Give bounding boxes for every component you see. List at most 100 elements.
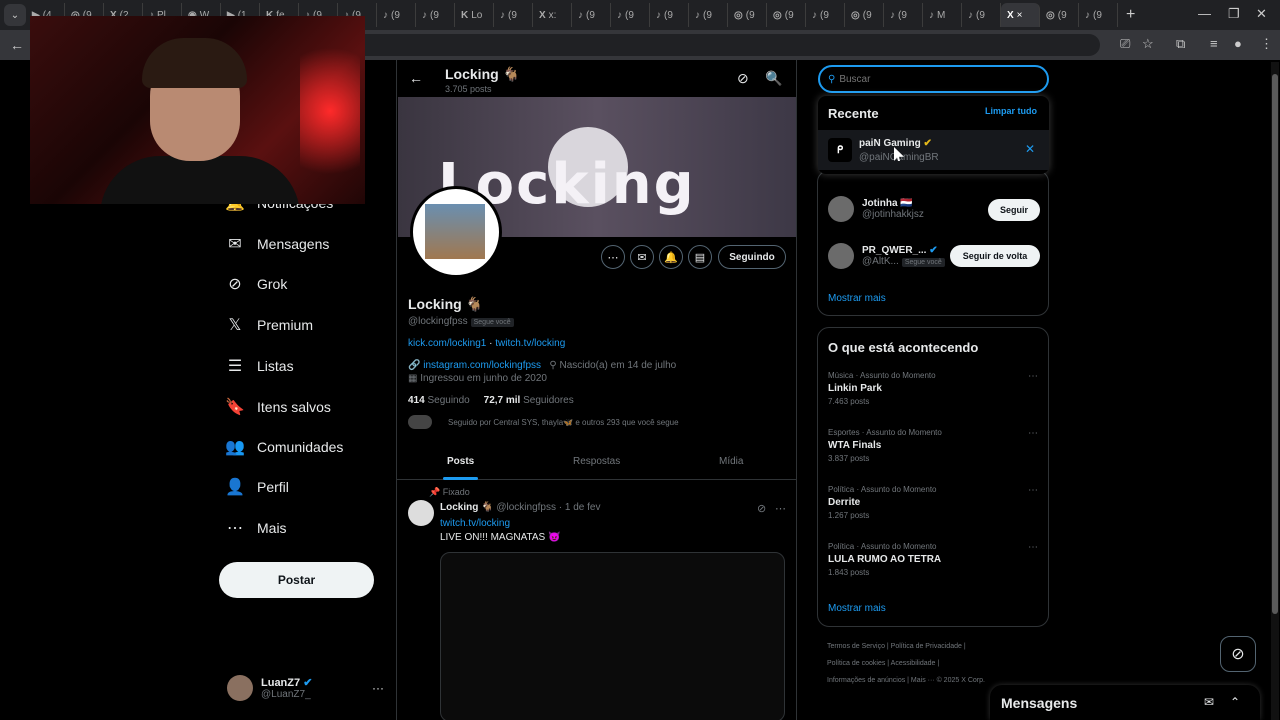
kick-link[interactable]: kick.com/locking1	[408, 338, 486, 349]
show-more-link[interactable]: Mostrar mais	[828, 603, 886, 614]
minimize-icon[interactable]: —	[1198, 6, 1211, 21]
show-more-link[interactable]: Mostrar mais	[828, 293, 886, 304]
tweet-link[interactable]: twitch.tv/locking	[440, 518, 510, 529]
twitch-link[interactable]: twitch.tv/locking	[495, 338, 565, 349]
browser-tab[interactable]: ♪ (9	[611, 3, 650, 27]
grok-icon[interactable]: ⊘	[757, 502, 766, 515]
tab-label: (9	[391, 9, 400, 21]
nav-item-premium[interactable]: 𝕏 Premium	[225, 315, 313, 335]
trend-item[interactable]: Música · Assunto do Momento Linkin Park 7.…	[828, 371, 1038, 406]
follow-back-button[interactable]: Seguir de volta	[950, 245, 1040, 267]
footer-links[interactable]: Informações de anúncios | Mais ··· © 202…	[827, 677, 985, 684]
profile-avatar[interactable]	[410, 186, 502, 278]
browser-menu-icon[interactable]: ⋮	[1260, 36, 1273, 52]
more-icon[interactable]: ⋯	[1028, 542, 1038, 553]
nav-item-comunidades[interactable]: 👥 Comunidades	[225, 437, 343, 457]
nav-item-mensagens[interactable]: ✉ Mensagens	[225, 234, 329, 254]
profile-header-bar: ← Locking 🐐 3.705 posts ⊘ 🔍	[397, 60, 796, 98]
tab-midia[interactable]: Mídia	[719, 456, 743, 467]
tab-label: (9	[1057, 9, 1067, 21]
account-switcher[interactable]: LuanZ7 ✔ @LuanZ7_ ···	[227, 675, 384, 701]
tab-search-button[interactable]: ⌄	[4, 4, 26, 26]
following-link[interactable]: 414 Seguindo	[408, 395, 470, 406]
post-button[interactable]: Postar	[219, 562, 374, 598]
browser-tab[interactable]: Xx:	[533, 3, 572, 27]
avatar[interactable]	[408, 500, 434, 526]
footer-links[interactable]: Política de cookies | Acessibilidade |	[827, 660, 939, 667]
star-icon[interactable]: ☆	[1142, 36, 1154, 52]
subscribe-icon[interactable]: ▤	[688, 245, 712, 269]
browser-tab[interactable]: ♪ (9	[884, 3, 923, 27]
new-tab-button[interactable]: +	[1126, 6, 1135, 24]
back-arrow-icon[interactable]: ←	[10, 37, 24, 53]
browser-tab[interactable]: ♪ M	[923, 3, 962, 27]
profile-avatar-icon[interactable]: ●	[1234, 36, 1242, 51]
trend-item[interactable]: Esportes · Assunto do Momento WTA Finals 3…	[828, 428, 1038, 463]
browser-tab[interactable]: ♪ (9	[650, 3, 689, 27]
nav-item-listas[interactable]: ☰ Listas	[225, 356, 294, 376]
cast-icon[interactable]: ⎚	[1120, 36, 1130, 52]
expand-icon[interactable]: ⌃	[1230, 695, 1240, 709]
trend-item[interactable]: Política · Assunto do Momento LULA RUMO A…	[828, 542, 1038, 577]
followed-by[interactable]: Seguido por Central SYS, thayla🦋 e outro…	[408, 415, 679, 429]
search-input[interactable]	[839, 73, 1030, 85]
browser-tab[interactable]: ◎ (9	[1040, 3, 1079, 27]
close-icon[interactable]: ✕	[1025, 142, 1035, 156]
more-icon[interactable]: ⋯	[775, 502, 786, 515]
more-options-button[interactable]: ⋯	[601, 245, 625, 269]
notify-bell-icon[interactable]: 🔔	[659, 245, 683, 269]
browser-tab[interactable]: ♪ (9	[377, 3, 416, 27]
recent-search-item[interactable]: ᑭ paiN Gaming ✔ @paiNGamingBR ✕	[818, 130, 1049, 170]
browser-tab[interactable]: X ×	[1001, 3, 1040, 27]
messages-drawer[interactable]: Mensagens ✉ ⌃	[990, 685, 1260, 720]
page-scrollbar[interactable]	[1271, 62, 1279, 720]
nav-item-mais[interactable]: ⋯ Mais	[225, 518, 287, 538]
clear-all-button[interactable]: Limpar tudo	[985, 106, 1037, 116]
more-icon[interactable]: ⋯	[1028, 485, 1038, 496]
more-icon[interactable]: ⋯	[1028, 371, 1038, 382]
birth-date: Nascido(a) em 14 de julho	[559, 360, 677, 371]
browser-tab[interactable]: K Lo	[455, 3, 494, 27]
search-icon[interactable]: 🔍	[765, 70, 782, 87]
following-button[interactable]: Seguindo	[718, 245, 786, 269]
nav-item-grok[interactable]: ⊘ Grok	[225, 274, 287, 294]
user-suggestion[interactable]: Jotinha 🇳🇱 @jotinhakkjsz	[828, 196, 924, 222]
reading-list-icon[interactable]: ≡	[1210, 36, 1218, 51]
browser-tab[interactable]: ♪ (9	[962, 3, 1001, 27]
browser-tab[interactable]: ♪ (9	[806, 3, 845, 27]
maximize-icon[interactable]: ❐	[1228, 6, 1240, 22]
tab-posts[interactable]: Posts	[447, 456, 474, 467]
browser-tab[interactable]: ◎ (9	[767, 3, 806, 27]
browser-tab[interactable]: ◎ (9	[728, 3, 767, 27]
new-message-icon[interactable]: ✉	[1204, 695, 1214, 709]
instagram-link[interactable]: instagram.com/lockingfpss	[423, 360, 541, 371]
browser-tab[interactable]: ♪ (9	[689, 3, 728, 27]
more-icon: ⋯	[227, 520, 243, 537]
tab-respostas[interactable]: Respostas	[573, 456, 620, 467]
browser-tab[interactable]: ♪ (9	[416, 3, 455, 27]
trend-item[interactable]: Política · Assunto do Momento Derrite 1.26…	[828, 485, 1038, 520]
avatar	[828, 243, 854, 269]
browser-tab[interactable]: ♪ (9	[494, 3, 533, 27]
search-box[interactable]: ⚲	[818, 65, 1049, 93]
footer-links[interactable]: Termos de Serviço | Política de Privacid…	[827, 643, 966, 650]
nav-item-perfil[interactable]: 👤 Perfil	[225, 477, 289, 497]
back-arrow-icon[interactable]: ←	[409, 70, 423, 86]
user-suggestion[interactable]: PR_QWER_... ✔ @AltK... Segue você	[828, 243, 945, 269]
grok-floating-button[interactable]: ⊘	[1220, 636, 1256, 672]
grok-icon[interactable]: ⊘	[737, 70, 749, 87]
more-icon[interactable]: ⋯	[1028, 428, 1038, 439]
mail-icon[interactable]: ✉	[630, 245, 654, 269]
follow-button[interactable]: Seguir	[988, 199, 1040, 221]
browser-tab[interactable]: ◎ (9	[845, 3, 884, 27]
browser-tab[interactable]: ♪ (9	[572, 3, 611, 27]
followers-link[interactable]: 72,7 mil Seguidores	[484, 395, 574, 406]
nav-item-itens-salvos[interactable]: 🔖 Itens salvos	[225, 397, 331, 417]
tweet-media[interactable]	[440, 552, 785, 720]
browser-tab[interactable]: ♪ (9	[1079, 3, 1118, 27]
extensions-icon[interactable]: ⧉	[1176, 36, 1185, 52]
scrollbar-thumb[interactable]	[1272, 74, 1278, 614]
close-window-icon[interactable]: ✕	[1256, 6, 1267, 22]
tab-favicon-icon: ♪	[890, 9, 895, 21]
more-icon[interactable]: ···	[372, 681, 384, 695]
